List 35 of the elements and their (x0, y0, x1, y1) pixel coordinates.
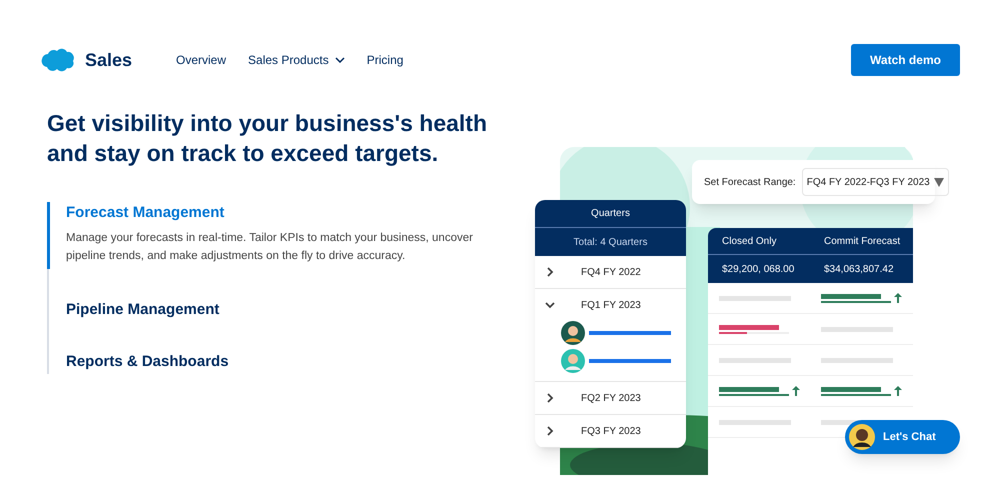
chevron-right-icon (545, 267, 555, 277)
nav-link[interactable]: Sales Products (248, 51, 345, 69)
cloud-logo-icon[interactable] (40, 48, 75, 72)
chevron-right-icon (545, 393, 555, 403)
quarter-row[interactable]: FQ2 FY 2023 (535, 382, 686, 414)
column-header: Commit Forecast (823, 234, 902, 248)
feature-description: Manage your forecasts in real-time. Tailor KPIs to match your business, uncover pipeline trends, and make adjustments on the fly to drive accuracy. (66, 230, 474, 264)
total-cell-text: $34,063,807.42 (823, 262, 895, 276)
watch-demo-button[interactable]: Watch demo (851, 44, 960, 76)
arrow-up-icon (894, 386, 902, 396)
chat-button[interactable]: Let's Chat (845, 420, 960, 454)
avatar-icon (561, 349, 585, 373)
feature-tab[interactable]: Forecast Management (66, 202, 224, 224)
headline: Get visibility into your business's health and stay on track to exceed targets. (47, 109, 487, 168)
chevron-right-icon (545, 426, 555, 436)
brand-name[interactable]: Sales (85, 46, 132, 74)
nav-link[interactable]: Pricing (366, 51, 404, 69)
chevron-down-icon (545, 300, 555, 310)
avatar-icon (849, 424, 875, 450)
quarter-row[interactable]: FQ1 FY 2023 (535, 289, 686, 321)
arrow-up-icon (792, 386, 800, 396)
dropdown-triangle-icon (934, 178, 944, 186)
range-label: Set Forecast Range: (704, 176, 796, 190)
feature-tab[interactable]: Pipeline Management (66, 298, 220, 321)
arrow-up-icon (894, 293, 902, 303)
quarter-row[interactable]: FQ4 FY 2022 (535, 256, 686, 288)
panel-header: Quarters (535, 200, 686, 228)
quarter-row[interactable]: FQ3 FY 2023 (535, 415, 686, 447)
total-cell-text: $29,200, 068.00 (721, 262, 796, 276)
feature-tab[interactable]: Reports & Dashboards (66, 351, 229, 374)
panel-subheader: Total: 4 Quarters (535, 228, 686, 256)
avatar-icon (561, 321, 585, 345)
range-dropdown[interactable]: FQ4 FY 2022-FQ3 FY 2023 (802, 168, 949, 196)
column-header: Closed Only (721, 234, 778, 248)
nav-link[interactable]: Overview (176, 51, 226, 69)
